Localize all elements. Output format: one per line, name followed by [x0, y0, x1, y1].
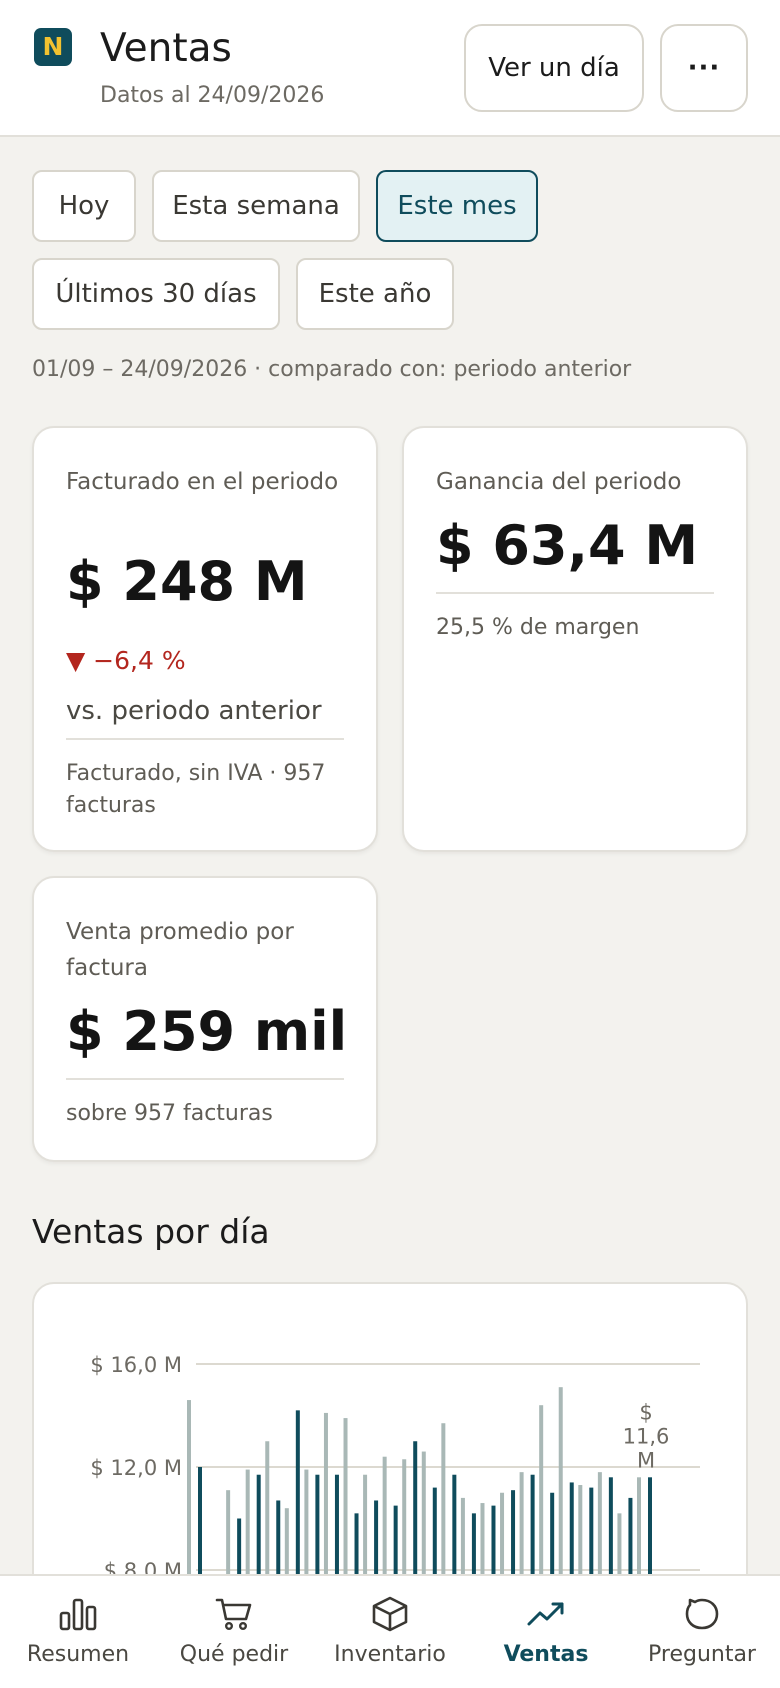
- kpi-footnote: Facturado, sin IVA · 957 facturas: [66, 761, 326, 818]
- filter-chip-this-month[interactable]: Este mes: [376, 170, 538, 242]
- kpi-delta-caption: vs. periodo anterior: [66, 696, 322, 726]
- y-tick-label: $ 12,0 M: [90, 1456, 182, 1480]
- y-tick-label: $ 16,0 M: [90, 1353, 182, 1377]
- card-divider: [66, 1078, 344, 1080]
- kpi-value: $ 259 mil: [66, 1000, 348, 1063]
- chat-bubble-icon: [685, 1598, 719, 1630]
- bottom-navigation: Resumen Qué pedir Inventario Ventas Preg…: [0, 1574, 780, 1688]
- bar-value-annotation: $: [639, 1400, 652, 1424]
- card-divider: [66, 738, 344, 740]
- kpi-value: $ 63,4 M: [436, 514, 699, 577]
- cart-icon: [215, 1598, 252, 1631]
- trend-up-icon: [527, 1602, 564, 1626]
- bar-chart-icon: [59, 1598, 97, 1631]
- kpi-value: $ 248 M: [66, 550, 308, 613]
- nav-item-que-pedir[interactable]: Qué pedir: [166, 1576, 302, 1688]
- kpi-card-average-invoice: Venta promedio por factura $ 259 mil sob…: [32, 876, 378, 1162]
- kpi-card-billed: Facturado en el periodo $ 248 M ▼ −6,4 %…: [32, 426, 378, 852]
- bar-value-annotation: M: [637, 1448, 655, 1472]
- date-range-comparison: 01/09 – 24/09/2026 · comparado con: peri…: [32, 357, 632, 382]
- bar-value-annotation: 11,6: [623, 1424, 670, 1448]
- box-icon: [372, 1596, 408, 1632]
- more-options-button[interactable]: ···: [660, 24, 748, 112]
- kpi-footnote: 25,5 % de margen: [436, 615, 640, 640]
- app-header: N Ventas Datos al 24/09/2026 Ver un día …: [0, 0, 780, 137]
- nav-label: Qué pedir: [179, 1642, 289, 1667]
- nav-item-preguntar[interactable]: Preguntar: [634, 1576, 770, 1688]
- nav-item-ventas[interactable]: Ventas: [478, 1576, 614, 1688]
- kpi-label: Ganancia del periodo: [436, 469, 682, 495]
- kpi-label: Venta promedio por factura: [66, 919, 294, 981]
- card-divider: [436, 592, 714, 594]
- nav-item-inventario[interactable]: Inventario: [322, 1576, 458, 1688]
- nav-label: Preguntar: [648, 1642, 756, 1667]
- nav-label: Ventas: [503, 1642, 589, 1667]
- nav-item-resumen[interactable]: Resumen: [10, 1576, 146, 1688]
- filter-chip-today[interactable]: Hoy: [32, 170, 136, 242]
- kpi-label: Facturado en el periodo: [66, 469, 339, 495]
- kpi-footnote: sobre 957 facturas: [66, 1101, 273, 1126]
- filter-chip-this-week[interactable]: Esta semana: [152, 170, 360, 242]
- nav-label: Resumen: [26, 1642, 130, 1667]
- kpi-delta-negative: ▼ −6,4 %: [66, 646, 186, 675]
- daily-sales-title: Ventas por día: [32, 1212, 270, 1251]
- filter-chip-this-year[interactable]: Este año: [296, 258, 454, 330]
- nav-label: Inventario: [334, 1642, 446, 1667]
- page-title: Ventas: [100, 26, 232, 71]
- kpi-card-profit: Ganancia del periodo $ 63,4 M 25,5 % de …: [402, 426, 748, 852]
- app-logo-icon: N: [34, 28, 72, 66]
- data-date-subtitle: Datos al 24/09/2026: [100, 83, 325, 108]
- view-day-button[interactable]: Ver un día: [464, 24, 644, 112]
- filter-chip-last-30-days[interactable]: Últimos 30 días: [32, 258, 280, 330]
